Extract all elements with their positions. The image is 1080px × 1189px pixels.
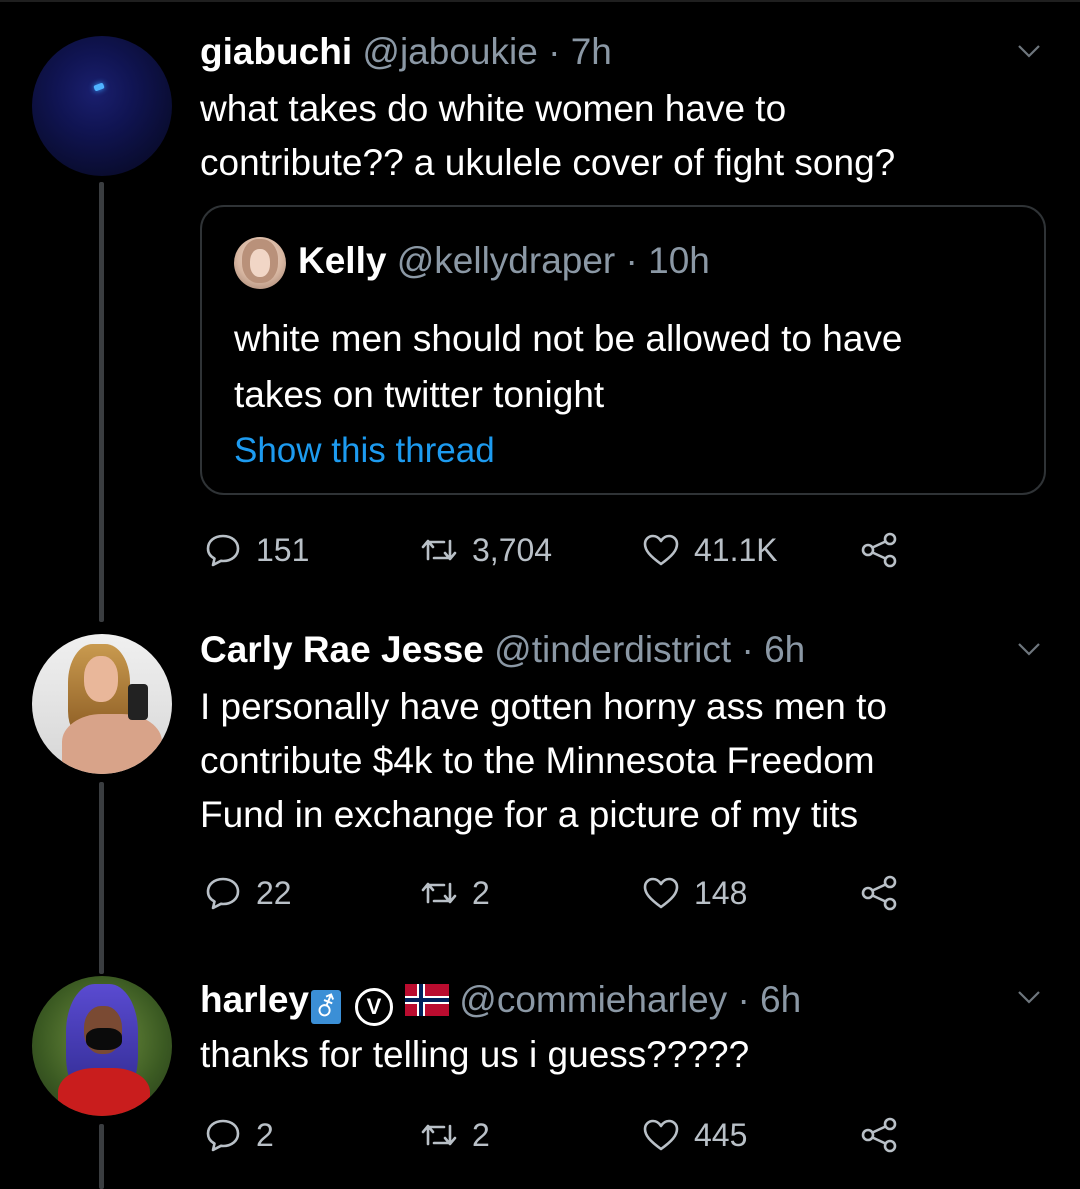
heart-icon: [643, 1119, 679, 1151]
share-button[interactable]: [860, 1110, 898, 1160]
reply-count: 2: [256, 1116, 274, 1153]
retweet-button[interactable]: 2: [420, 1110, 490, 1160]
like-button[interactable]: 445: [642, 1110, 747, 1160]
handle[interactable]: @commieharley: [459, 979, 727, 1020]
tweet-header: harley ⚦ V @commieharley · 6h: [200, 978, 801, 1026]
circled-v-icon: V: [355, 988, 394, 1026]
tweet-actions: 2 2 445: [0, 1110, 1080, 1160]
like-count: 445: [694, 1116, 748, 1153]
avatar[interactable]: [32, 976, 172, 1116]
tweet-text-line: thanks for telling us i guess?????: [200, 1034, 750, 1075]
timestamp[interactable]: 6h: [760, 979, 801, 1020]
tweet-text: thanks for telling us i guess?????: [200, 1028, 1020, 1082]
norway-flag-icon: [405, 984, 450, 1016]
share-icon: [861, 1117, 897, 1153]
reply-button[interactable]: 2: [204, 1110, 274, 1160]
reply-icon: [206, 1119, 240, 1152]
chevron-down-icon[interactable]: [1016, 984, 1042, 1010]
display-name[interactable]: harley: [200, 979, 309, 1020]
gender-badge-icon: ⚦: [311, 990, 342, 1024]
tweet[interactable]: harley ⚦ V @commieharley · 6h thanks for t…: [0, 0, 1080, 1189]
retweet-icon: [421, 1124, 457, 1146]
separator: ·: [737, 979, 750, 1020]
retweet-count: 2: [472, 1116, 490, 1153]
